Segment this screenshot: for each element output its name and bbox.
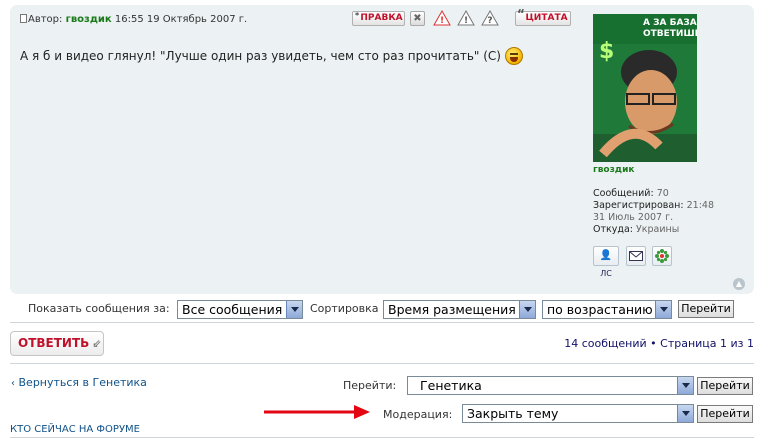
jump-select[interactable]: Генетика (407, 376, 694, 395)
edit-button-label: ПРАВКА (360, 13, 403, 23)
profile-username[interactable]: гвоздик (593, 165, 635, 175)
avatar-text-line2: ОТВЕТИШЬ? (643, 29, 697, 39)
moderation-value: Закрыть тему (467, 406, 559, 421)
profile-registered-time: 21:48 (686, 200, 715, 211)
edit-pencil-icon: * (355, 11, 360, 20)
svg-text:?: ? (487, 16, 492, 26)
user-avatar: А ЗА БАЗАР ОТВЕТИШЬ? $ (593, 14, 697, 162)
edit-button[interactable]: * ПРАВКА (352, 11, 405, 26)
sort-go-button[interactable]: Перейти (678, 300, 734, 318)
delete-icon[interactable]: ✖ (410, 11, 425, 26)
icq-icon[interactable] (652, 246, 672, 266)
reply-arrow-icon: ⇙ (92, 337, 102, 350)
chevron-down-icon (677, 377, 693, 394)
jump-label: Перейти: (343, 379, 397, 392)
who-is-online-heading[interactable]: КТО СЕЙЧАС НА ФОРУМЕ (10, 424, 140, 435)
order-select[interactable]: по возрастанию (542, 300, 672, 319)
pm-icon[interactable]: 👤ЛС (593, 246, 619, 278)
author-prefix: Автор: (28, 14, 63, 25)
post-text: А я б и видео глянул! "Лучше один раз ув… (20, 49, 501, 63)
post-body: А я б и видео глянул! "Лучше один раз ув… (20, 47, 523, 65)
chevron-down-icon (286, 301, 302, 318)
pm-label: ЛС (600, 269, 612, 278)
report-icon[interactable]: ! (433, 10, 451, 26)
reply-button-label: ОТВЕТИТЬ (18, 336, 90, 350)
profile-registered-date: 31 Июль 2007 г. (593, 212, 674, 223)
red-arrow-annotation (264, 405, 370, 419)
chevron-down-icon (519, 301, 535, 318)
quote-button[interactable]: “ ЦИТАТА (515, 7, 571, 26)
chevron-down-icon (655, 301, 671, 318)
question-icon[interactable]: ? (481, 10, 499, 26)
profile-registered-label: Зарегистрирован: (593, 200, 684, 211)
chevron-down-icon (677, 405, 693, 422)
divider (10, 437, 754, 438)
profile-posts-value: 70 (656, 188, 669, 199)
show-posts-value: Все сообщения (182, 302, 283, 317)
warning-icon[interactable]: ! (457, 10, 475, 26)
jump-go-button[interactable]: Перейти (697, 377, 753, 395)
profile-posts: Сообщений: 70 (593, 188, 669, 199)
quote-marks-icon: “ (517, 7, 525, 21)
back-arrow-icon: ‹ (11, 378, 15, 389)
back-to-top-icon[interactable]: ▲ (733, 278, 745, 290)
email-icon[interactable] (626, 246, 646, 266)
post-header: Автор: гвоздик 16:55 19 Октябрь 2007 г. (20, 14, 247, 25)
avatar-dollar-symbol: $ (599, 39, 614, 64)
profile-from: Откуда: Украины (593, 224, 679, 235)
post-panel: Автор: гвоздик 16:55 19 Октябрь 2007 г. … (10, 5, 754, 294)
svg-text:!: ! (464, 16, 468, 26)
sort-select[interactable]: Время размещения (383, 300, 536, 319)
divider (10, 322, 754, 323)
profile-registered: Зарегистрирован: 21:48 (593, 200, 714, 211)
svg-text:!: ! (440, 16, 444, 26)
profile-registered-date-row: 31 Июль 2007 г. (593, 212, 673, 223)
order-value: по возрастанию (547, 302, 653, 317)
sort-value: Время размещения (388, 302, 516, 317)
profile-posts-label: Сообщений: (593, 188, 654, 199)
show-posts-label: Показать сообщения за: (28, 302, 170, 315)
avatar-text-line1: А ЗА БАЗАР (643, 18, 697, 28)
moderation-select[interactable]: Закрыть тему (462, 404, 694, 423)
jump-value: Генетика (420, 378, 482, 393)
back-link-label: Вернуться в Генетика (18, 376, 147, 389)
moderation-go-button[interactable]: Перейти (697, 405, 753, 423)
laughing-smiley-icon (504, 47, 523, 65)
profile-from-label: Откуда: (593, 224, 633, 235)
reply-button[interactable]: ОТВЕТИТЬ ⇙ (10, 331, 104, 356)
post-document-icon (20, 14, 27, 23)
back-to-forum-link[interactable]: ‹ Вернуться в Генетика (11, 376, 147, 389)
pagination-info: 14 сообщений • Страница 1 из 1 (564, 337, 754, 350)
quote-button-label: ЦИТАТА (525, 13, 568, 23)
sort-label: Сортировка (310, 302, 379, 315)
profile-from-value: Украины (636, 224, 680, 235)
moderation-label: Модерация: (383, 408, 453, 421)
show-posts-select[interactable]: Все сообщения (177, 300, 303, 319)
divider (10, 363, 754, 364)
post-datetime: 16:55 19 Октябрь 2007 г. (114, 14, 248, 25)
post-author-link[interactable]: гвоздик (66, 14, 112, 25)
